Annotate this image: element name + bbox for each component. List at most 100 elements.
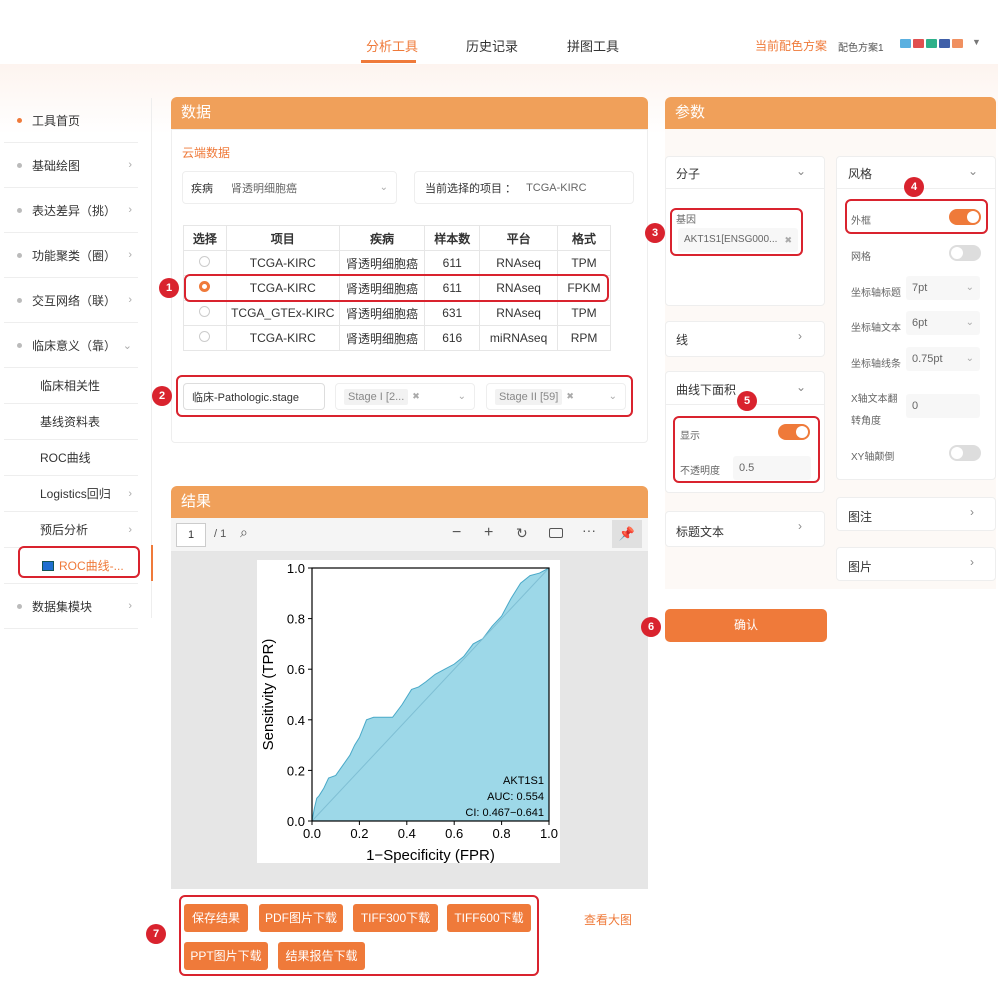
y-tick-label: 1.0 [287,561,305,576]
data-panel-header: 数据 [171,97,648,129]
chevron-right-icon: › [128,249,132,261]
molecule-title[interactable]: 分子 [676,165,700,182]
color-swatch[interactable] [926,39,937,48]
x-tick-label: 1.0 [540,826,558,841]
table-row[interactable]: TCGA_GTEx-KIRC 肾透明细胞癌 631 RNAseq TPM [183,300,611,326]
x-rotation-label-2: 转角度 [851,416,881,427]
y-tick-label: 0.6 [287,662,305,677]
view-large-link[interactable]: 查看大图 [584,911,632,928]
axis-text-size-select[interactable]: 6pt ⌄ [906,311,980,335]
line-title: 线 [676,333,689,347]
sidebar-item-label: 交互网络（联） [32,293,117,308]
sidebar-item-label: 数据集模块 [32,599,93,614]
chevron-down-icon[interactable]: ⌄ [796,380,806,394]
select-value: 0.75pt [912,353,943,365]
color-swatch[interactable] [952,39,963,48]
sidebar-item-home[interactable]: 工具首页 [4,98,138,143]
table-row[interactable]: TCGA-KIRC 肾透明细胞癌 616 miRNAseq RPM [183,325,611,351]
axis-line-label: 坐标轴线条 [851,359,901,370]
chevron-right-icon: › [128,159,132,171]
chevron-down-icon: ⌄ [122,339,132,352]
table-row[interactable]: TCGA-KIRC 肾透明细胞癌 611 RNAseq TPM [183,250,611,276]
sidebar-item-diff-expression[interactable]: 表达差异（挑） › [4,188,138,233]
color-swatch[interactable] [913,39,924,48]
x-rotation-input[interactable]: 0 [906,394,980,418]
y-tick-label: 0.0 [287,814,305,829]
sidebar-item-basic-plot[interactable]: 基础绘图 › [4,143,138,188]
sidebar-item-label: ROC曲线 [40,451,91,465]
sidebar-item-functional-cluster[interactable]: 功能聚类（圈） › [4,233,138,278]
color-swatch[interactable] [900,39,911,48]
color-swatch[interactable] [939,39,950,48]
row-radio[interactable] [199,331,211,342]
axis-line-size-select[interactable]: 0.75pt ⌄ [906,347,980,371]
cell: 肾透明细胞癌 [338,325,426,351]
tab-history[interactable]: 历史记录 [466,36,518,55]
cell: TCGA-KIRC [225,250,340,276]
col-header: 疾病 [338,225,426,251]
disease-label: 疾病 [191,182,213,195]
more-icon[interactable]: ··· [582,522,596,538]
cell: RNAseq [479,250,559,276]
sidebar-subitem-logistics[interactable]: Logistics回归 › [4,476,138,512]
chevron-right-icon: › [798,329,802,343]
sidebar-item-label: 基础绘图 [32,158,81,173]
sidebar-subitem-roc[interactable]: ROC曲线 [4,440,138,476]
x-rotation-label-1: X轴文本翻 [851,394,898,405]
current-project: 当前选择的项目 ： TCGA-KIRC [414,171,634,204]
sidebar-item-label: 工具首页 [32,113,81,128]
sidebar-subitem-baseline-table[interactable]: 基线资料表 [4,404,138,440]
x-tick-label: 0.8 [493,826,511,841]
bullet-icon [17,297,22,303]
tab-collage-tools[interactable]: 拼图工具 [567,36,619,55]
sidebar-item-label: 临床相关性 [40,379,101,393]
row-radio[interactable] [199,306,211,317]
grid-toggle[interactable] [949,245,981,261]
sidebar-item-interaction-network[interactable]: 交互网络（联） › [4,278,138,323]
page-number-input[interactable]: 1 [176,523,206,547]
highlight-box-sidebar [18,546,140,578]
pin-icon[interactable]: 📌 [612,520,642,548]
cloud-data-link[interactable]: 云端数据 [182,144,230,161]
bullet-icon [17,207,22,213]
zoom-out-icon[interactable]: − [452,524,461,542]
cell: TPM [557,300,611,326]
highlight-box-4 [845,199,988,234]
disease-select[interactable]: 疾病 肾透明细胞癌 ⌄ [182,171,397,204]
title-text-title: 标题文本 [676,525,725,539]
y-tick-label: 0.4 [287,713,305,728]
chevron-right-icon: › [128,523,132,536]
axis-title-size-select[interactable]: 7pt ⌄ [906,276,980,300]
cell: miRNAseq [479,325,559,351]
row-radio[interactable] [199,256,211,267]
color-scheme-value[interactable]: 配色方案1 [838,39,884,54]
chevron-down-icon[interactable]: ⌄ [796,164,806,178]
confirm-button[interactable]: 确认 [665,609,827,642]
fit-width-icon[interactable] [549,528,563,538]
x-axis-label: 1−Specificity (FPR) [366,847,495,863]
chart-annotation: AKT1S1 [503,775,544,787]
sidebar-subitem-prognosis[interactable]: 预后分析 › [4,512,138,548]
toggle-knob [951,447,963,459]
sidebar-subitem-clinical-correlation[interactable]: 临床相关性 [4,368,138,404]
grid-label: 网格 [851,252,871,263]
bullet-icon [17,162,22,168]
x-tick-label: 0.0 [303,826,321,841]
chevron-right-icon: › [128,294,132,306]
tab-analysis-tools[interactable]: 分析工具 [366,36,418,55]
auc-title[interactable]: 曲线下面积 [676,381,736,398]
project-label: 当前选择的项目 ： [425,182,517,195]
chevron-down-icon[interactable]: ⌄ [968,164,978,178]
search-icon[interactable]: ⌕ [240,524,248,541]
color-swatches[interactable] [900,39,965,48]
sidebar-item-label: 基线资料表 [40,415,101,429]
sidebar-item-clinical-significance[interactable]: 临床意义（靠） ⌄ [4,323,138,368]
sidebar-item-dataset-module[interactable]: 数据集模块 › [4,584,138,629]
rotate-icon[interactable]: ↻ [516,525,528,542]
xy-flip-toggle[interactable] [949,445,981,461]
zoom-in-icon[interactable]: + [484,524,493,542]
cell: TCGA-KIRC [225,325,340,351]
scheme-dropdown-icon[interactable]: ▼ [972,37,981,47]
active-tab-underline [361,60,416,63]
style-title[interactable]: 风格 [848,165,872,182]
